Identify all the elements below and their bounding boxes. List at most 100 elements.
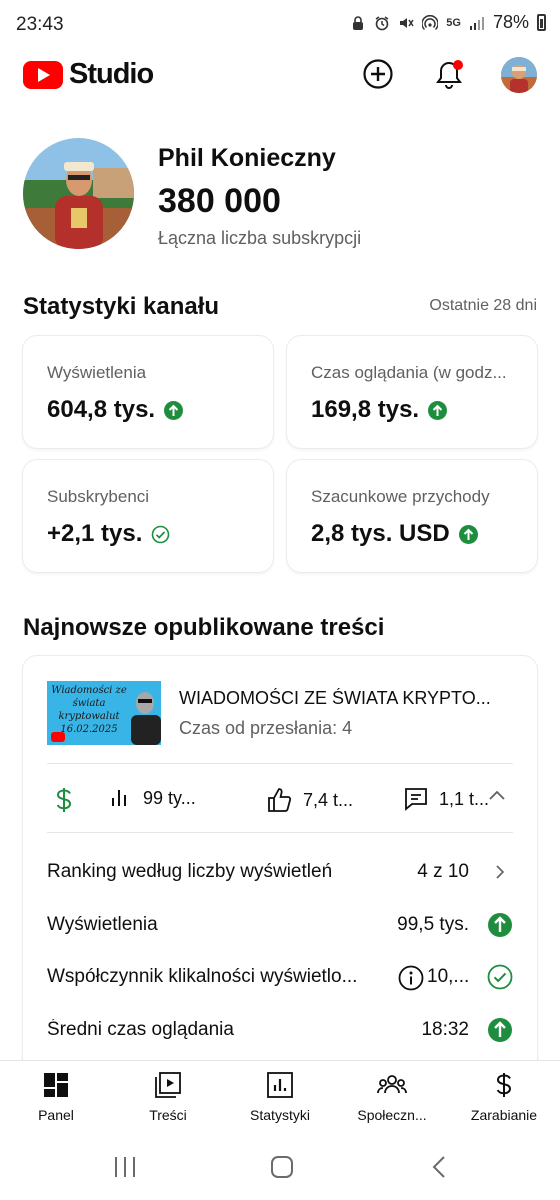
trend-up-icon	[487, 912, 513, 938]
video-age: Czas od przesłania: 4	[179, 718, 353, 738]
create-button[interactable]	[360, 56, 396, 92]
bar-chart-icon	[112, 790, 126, 806]
trend-up-icon	[458, 524, 478, 544]
system-navigation-bar	[0, 1132, 560, 1200]
stat-card-views[interactable]: Wyświetlenia 604,8 tys.	[23, 336, 273, 448]
revenue-metric[interactable]	[53, 786, 75, 814]
stat-card-watch-time[interactable]: Czas oglądania (w godz... 169,8 tys.	[287, 336, 537, 448]
check-circle-icon	[152, 525, 170, 543]
stat-value-text: +2,1 tys.	[47, 520, 143, 547]
chevron-up-icon	[489, 790, 505, 800]
notifications-button[interactable]	[431, 56, 467, 92]
stat-value-text: 169,8 tys.	[311, 396, 420, 423]
recents-button[interactable]	[110, 1154, 140, 1180]
channel-name: Phil Konieczny	[158, 144, 336, 172]
stat-value-text: 2,8 tys. USD	[311, 520, 450, 547]
dashboard-icon	[44, 1073, 68, 1097]
channel-avatar[interactable]	[23, 138, 134, 249]
thumbnail-person-image	[131, 692, 161, 745]
detail-value: 18:32	[421, 1019, 469, 1040]
stat-card-label: Wyświetlenia	[47, 363, 147, 382]
likes-metric-value: 7,4 t...	[303, 789, 354, 810]
stat-card-value: 2,8 tys. USD	[311, 520, 478, 548]
thumbs-up-icon	[268, 788, 292, 812]
youtube-badge-icon	[51, 732, 65, 742]
stat-card-value: 169,8 tys.	[311, 396, 448, 424]
home-button[interactable]	[267, 1154, 297, 1180]
app-name: Studio	[69, 58, 154, 90]
comments-metric[interactable]: 1,1 t...	[403, 786, 489, 812]
stat-card-subscribers[interactable]: Subskrybenci +2,1 tys.	[23, 460, 273, 572]
stat-value-text: 604,8 tys.	[47, 396, 156, 423]
detail-row-avg-watch-time[interactable]: Średni czas oglądania 18:32	[47, 1011, 513, 1051]
network-type: 5G	[446, 16, 461, 29]
video-title[interactable]: WIADOMOŚCI ZE ŚWIATA KRYPTO...	[179, 688, 509, 709]
comment-icon	[405, 788, 427, 811]
add-icon	[363, 59, 393, 89]
battery-percent: 78%	[492, 12, 529, 32]
trend-up-icon	[164, 400, 184, 420]
account-avatar[interactable]	[501, 57, 537, 93]
battery-icon	[537, 14, 546, 31]
detail-value: 4 z 10	[417, 861, 469, 882]
alarm-icon	[375, 15, 389, 30]
subscriber-count-label: Łączna liczba subskrypcji	[158, 228, 362, 248]
lock-icon	[353, 15, 364, 30]
studio-logo[interactable]: Studio	[23, 58, 154, 91]
detail-label: Średni czas oglądania	[47, 1019, 234, 1040]
signal-icon	[469, 16, 484, 30]
nav-item-analytics[interactable]: Statystyki	[224, 1071, 336, 1123]
nav-label: Panel	[38, 1107, 74, 1123]
views-metric[interactable]: 99 ty...	[109, 786, 196, 810]
detail-row-views[interactable]: Wyświetlenia 99,5 tys.	[47, 906, 513, 946]
stat-card-label: Czas oglądania (w godz...	[311, 363, 507, 382]
detail-value: 99,5 tys.	[397, 914, 469, 935]
stat-card-label: Szacunkowe przychody	[311, 487, 490, 506]
check-circle-icon	[487, 964, 513, 990]
status-icons: 5G 78%	[350, 12, 546, 33]
detail-row-ranking[interactable]: Ranking według liczby wyświetleń 4 z 10	[47, 853, 513, 893]
back-icon	[432, 1156, 445, 1178]
nav-item-dashboard[interactable]: Panel	[0, 1071, 112, 1123]
stat-card-value: +2,1 tys.	[47, 520, 170, 548]
hotspot-icon	[422, 14, 439, 30]
analytics-icon	[267, 1072, 293, 1098]
home-icon	[271, 1156, 293, 1178]
video-metrics-row: 99 ty... 7,4 t... 1,1 t...	[47, 764, 513, 832]
trend-up-icon	[487, 1017, 513, 1043]
nav-item-content[interactable]: Treści	[112, 1071, 224, 1123]
nav-label: Zarabianie	[470, 1107, 538, 1123]
views-metric-value: 99 ty...	[143, 787, 196, 808]
youtube-logo-icon	[23, 60, 63, 89]
nav-item-earn[interactable]: Zarabianie	[448, 1071, 560, 1123]
bottom-navigation: Panel Treści Statystyki Społeczn... Zara…	[0, 1060, 560, 1132]
detail-label: Ranking według liczby wyświetleń	[47, 861, 333, 882]
dollar-icon	[56, 788, 72, 812]
video-thumbnail[interactable]: Wiadomości ze świata kryptowalut 16.02.2…	[47, 681, 161, 745]
detail-row-ctr[interactable]: Współczynnik klikalności wyświetlo... 10…	[47, 958, 513, 998]
nav-label: Treści	[149, 1107, 187, 1123]
nav-label: Statystyki	[250, 1107, 310, 1123]
likes-metric[interactable]: 7,4 t...	[265, 786, 353, 814]
community-icon	[377, 1075, 407, 1094]
stat-card-revenue[interactable]: Szacunkowe przychody 2,8 tys. USD	[287, 460, 537, 572]
info-icon[interactable]	[398, 965, 424, 997]
collapse-button[interactable]	[487, 786, 507, 806]
app-header: Studio	[0, 50, 560, 100]
status-time: 23:43	[16, 14, 64, 35]
status-bar: 23:43 5G 78%	[0, 0, 560, 50]
stats-period: Ostatnie 28 dni	[429, 297, 537, 314]
mute-icon	[400, 17, 414, 28]
earn-icon	[496, 1073, 512, 1097]
divider	[47, 832, 513, 833]
detail-value: 10,...	[427, 966, 470, 987]
thumbnail-text: Wiadomości ze świata kryptowalut 16.02.2…	[51, 685, 127, 735]
stat-card-value: 604,8 tys.	[47, 396, 184, 424]
latest-content-title: Najnowsze opublikowane treści	[23, 614, 385, 641]
notifications-icon	[436, 60, 463, 89]
back-button[interactable]	[424, 1154, 454, 1180]
nav-item-community[interactable]: Społeczn...	[336, 1071, 448, 1123]
subscriber-count: 380 000	[158, 182, 281, 220]
nav-label: Społeczn...	[357, 1107, 427, 1123]
detail-label: Wyświetlenia	[47, 914, 158, 935]
